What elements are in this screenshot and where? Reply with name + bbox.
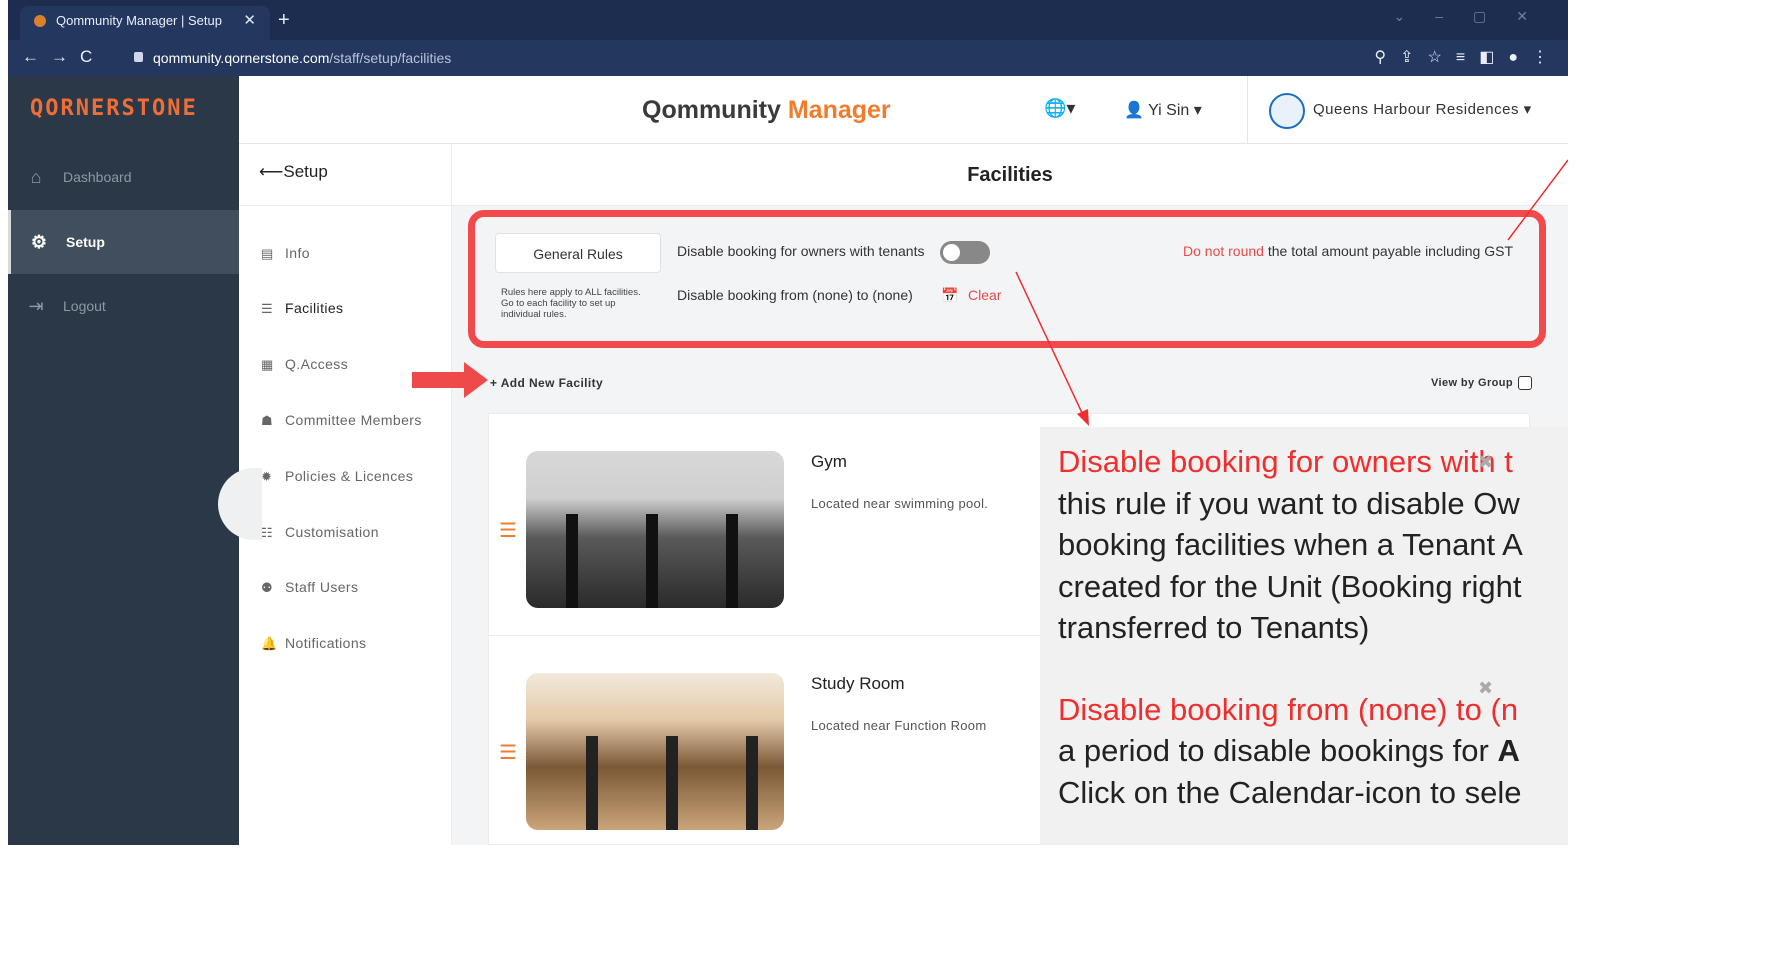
tooltip-line: Click on the Calendar-icon to sele [1058, 774, 1522, 810]
close-icon[interactable]: ✖ [1478, 452, 1493, 473]
tooltip-line: booking facilities when a Tenant A [1058, 527, 1523, 562]
arrowhead [1077, 409, 1089, 426]
red-pointer-arrow [412, 362, 488, 398]
arrow-line-to-rounding [1507, 159, 1568, 241]
browser-window: Qommunity Manager | Setup ✕ + ⌄–▢✕ ←→C q… [8, 0, 1568, 845]
tooltip-line: transferred to Tenants) [1058, 610, 1370, 645]
close-icon[interactable]: ✖ [1478, 678, 1493, 699]
arrow-line-to-tooltip [1015, 271, 1084, 416]
tooltip-line: a period to disable bookings for A [1058, 733, 1520, 768]
tooltip-line: this rule if you want to disable Ow [1058, 485, 1520, 521]
tooltip-line: created for the Unit (Booking right [1058, 568, 1522, 604]
annotation-tooltip: Disable booking for owners with t this r… [1040, 427, 1568, 845]
